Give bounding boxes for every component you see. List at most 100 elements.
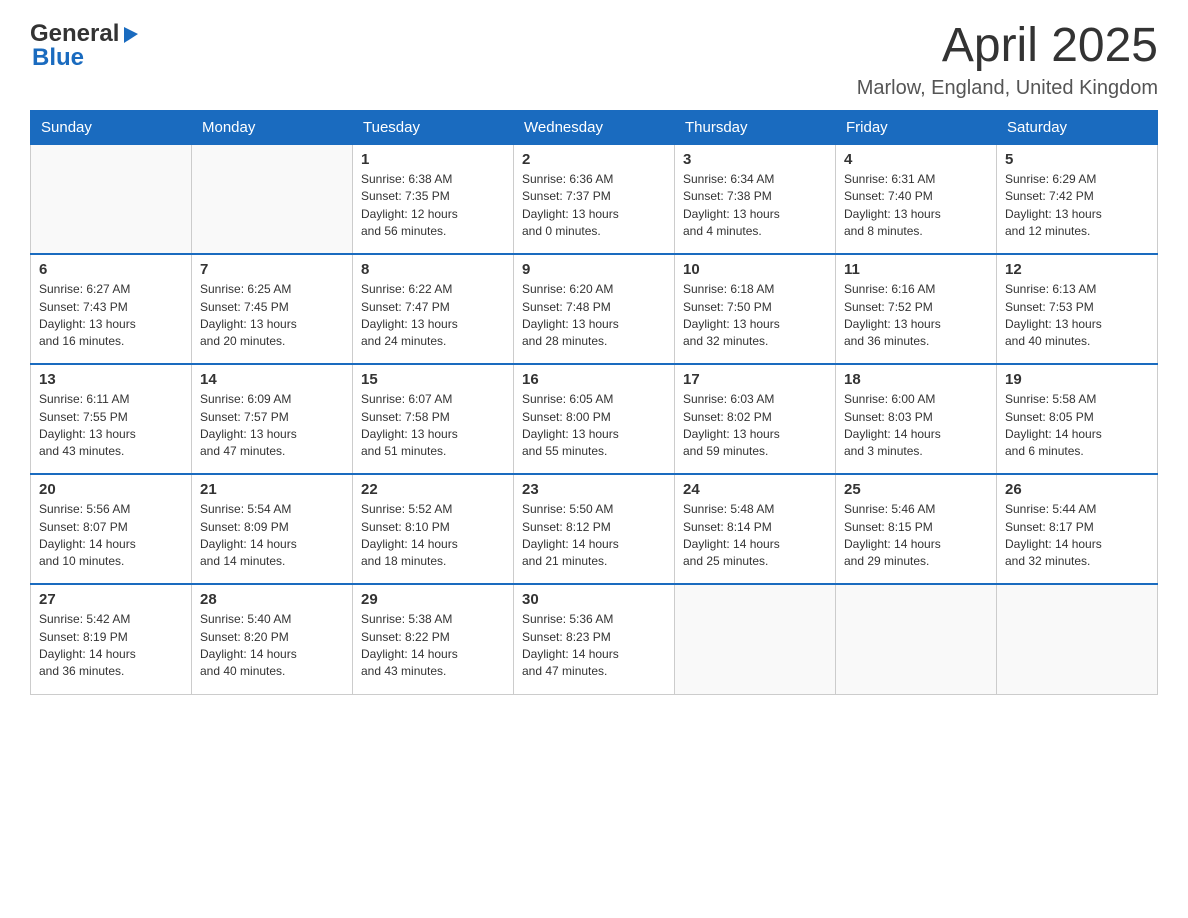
- day-info: Sunrise: 6:00 AM Sunset: 8:03 PM Dayligh…: [844, 391, 988, 461]
- day-number: 16: [522, 371, 666, 388]
- calendar-cell: [997, 584, 1158, 694]
- day-info: Sunrise: 5:50 AM Sunset: 8:12 PM Dayligh…: [522, 501, 666, 571]
- calendar-week-row: 27 Sunrise: 5:42 AM Sunset: 8:19 PM Dayli…: [31, 584, 1158, 694]
- month-title: April 2025: [857, 20, 1158, 73]
- calendar-header-friday: Friday: [836, 110, 997, 144]
- day-number: 27: [39, 591, 183, 608]
- day-number: 9: [522, 261, 666, 278]
- day-info: Sunrise: 6:05 AM Sunset: 8:00 PM Dayligh…: [522, 391, 666, 461]
- day-info: Sunrise: 6:13 AM Sunset: 7:53 PM Dayligh…: [1005, 281, 1149, 351]
- calendar-cell: 26 Sunrise: 5:44 AM Sunset: 8:17 PM Dayli…: [997, 474, 1158, 584]
- calendar-cell: 8 Sunrise: 6:22 AM Sunset: 7:47 PM Daylig…: [353, 254, 514, 364]
- day-info: Sunrise: 6:38 AM Sunset: 7:35 PM Dayligh…: [361, 171, 505, 241]
- day-info: Sunrise: 6:07 AM Sunset: 7:58 PM Dayligh…: [361, 391, 505, 461]
- calendar-cell: 3 Sunrise: 6:34 AM Sunset: 7:38 PM Daylig…: [675, 144, 836, 254]
- calendar-cell: 18Sunrise: 6:00 AM Sunset: 8:03 PM Dayli…: [836, 364, 997, 474]
- calendar-header-row: SundayMondayTuesdayWednesdayThursdayFrid…: [31, 110, 1158, 144]
- day-info: Sunrise: 5:38 AM Sunset: 8:22 PM Dayligh…: [361, 611, 505, 681]
- calendar-header-thursday: Thursday: [675, 110, 836, 144]
- calendar-cell: 1Sunrise: 6:38 AM Sunset: 7:35 PM Daylig…: [353, 144, 514, 254]
- day-number: 28: [200, 591, 344, 608]
- calendar-cell: 30 Sunrise: 5:36 AM Sunset: 8:23 PM Dayli…: [514, 584, 675, 694]
- day-number: 2: [522, 151, 666, 168]
- calendar-cell: 15 Sunrise: 6:07 AM Sunset: 7:58 PM Dayli…: [353, 364, 514, 474]
- calendar-table: SundayMondayTuesdayWednesdayThursdayFrid…: [30, 110, 1158, 695]
- calendar-cell: 5Sunrise: 6:29 AM Sunset: 7:42 PM Daylig…: [997, 144, 1158, 254]
- day-number: 13: [39, 371, 183, 388]
- day-info: Sunrise: 5:36 AM Sunset: 8:23 PM Dayligh…: [522, 611, 666, 681]
- calendar-cell: 10 Sunrise: 6:18 AM Sunset: 7:50 PM Dayli…: [675, 254, 836, 364]
- calendar-week-row: 13 Sunrise: 6:11 AM Sunset: 7:55 PM Dayli…: [31, 364, 1158, 474]
- location-text: Marlow, England, United Kingdom: [857, 77, 1158, 100]
- calendar-cell: 16 Sunrise: 6:05 AM Sunset: 8:00 PM Dayli…: [514, 364, 675, 474]
- day-number: 17: [683, 371, 827, 388]
- day-number: 29: [361, 591, 505, 608]
- calendar-header-sunday: Sunday: [31, 110, 192, 144]
- logo-triangle-icon: [120, 23, 142, 45]
- calendar-cell: [31, 144, 192, 254]
- calendar-cell: [836, 584, 997, 694]
- calendar-week-row: 20 Sunrise: 5:56 AM Sunset: 8:07 PM Dayli…: [31, 474, 1158, 584]
- day-number: 8: [361, 261, 505, 278]
- calendar-cell: 4Sunrise: 6:31 AM Sunset: 7:40 PM Daylig…: [836, 144, 997, 254]
- day-number: 4: [844, 151, 988, 168]
- calendar-cell: 12 Sunrise: 6:13 AM Sunset: 7:53 PM Dayli…: [997, 254, 1158, 364]
- day-number: 24: [683, 481, 827, 498]
- day-number: 12: [1005, 261, 1149, 278]
- day-number: 11: [844, 261, 988, 278]
- day-number: 21: [200, 481, 344, 498]
- calendar-cell: 2 Sunrise: 6:36 AM Sunset: 7:37 PM Daylig…: [514, 144, 675, 254]
- day-number: 6: [39, 261, 183, 278]
- day-number: 10: [683, 261, 827, 278]
- calendar-cell: [675, 584, 836, 694]
- day-info: Sunrise: 5:46 AM Sunset: 8:15 PM Dayligh…: [844, 501, 988, 571]
- calendar-cell: 25 Sunrise: 5:46 AM Sunset: 8:15 PM Dayli…: [836, 474, 997, 584]
- calendar-header-tuesday: Tuesday: [353, 110, 514, 144]
- calendar-header-saturday: Saturday: [997, 110, 1158, 144]
- calendar-week-row: 6 Sunrise: 6:27 AM Sunset: 7:43 PM Daylig…: [31, 254, 1158, 364]
- day-number: 26: [1005, 481, 1149, 498]
- day-info: Sunrise: 6:16 AM Sunset: 7:52 PM Dayligh…: [844, 281, 988, 351]
- day-info: Sunrise: 6:27 AM Sunset: 7:43 PM Dayligh…: [39, 281, 183, 351]
- calendar-cell: 29 Sunrise: 5:38 AM Sunset: 8:22 PM Dayli…: [353, 584, 514, 694]
- day-number: 25: [844, 481, 988, 498]
- day-info: Sunrise: 5:52 AM Sunset: 8:10 PM Dayligh…: [361, 501, 505, 571]
- calendar-cell: 14 Sunrise: 6:09 AM Sunset: 7:57 PM Dayli…: [192, 364, 353, 474]
- day-info: Sunrise: 6:11 AM Sunset: 7:55 PM Dayligh…: [39, 391, 183, 461]
- calendar-cell: 24Sunrise: 5:48 AM Sunset: 8:14 PM Dayli…: [675, 474, 836, 584]
- calendar-cell: 7Sunrise: 6:25 AM Sunset: 7:45 PM Daylig…: [192, 254, 353, 364]
- day-info: Sunrise: 6:22 AM Sunset: 7:47 PM Dayligh…: [361, 281, 505, 351]
- calendar-cell: [192, 144, 353, 254]
- day-info: Sunrise: 5:54 AM Sunset: 8:09 PM Dayligh…: [200, 501, 344, 571]
- day-info: Sunrise: 6:09 AM Sunset: 7:57 PM Dayligh…: [200, 391, 344, 461]
- day-number: 3: [683, 151, 827, 168]
- day-info: Sunrise: 5:40 AM Sunset: 8:20 PM Dayligh…: [200, 611, 344, 681]
- logo: General Blue: [30, 20, 142, 72]
- day-number: 23: [522, 481, 666, 498]
- calendar-week-row: 1Sunrise: 6:38 AM Sunset: 7:35 PM Daylig…: [31, 144, 1158, 254]
- calendar-cell: 17 Sunrise: 6:03 AM Sunset: 8:02 PM Dayli…: [675, 364, 836, 474]
- day-info: Sunrise: 6:03 AM Sunset: 8:02 PM Dayligh…: [683, 391, 827, 461]
- day-number: 19: [1005, 371, 1149, 388]
- calendar-cell: 19 Sunrise: 5:58 AM Sunset: 8:05 PM Dayli…: [997, 364, 1158, 474]
- day-info: Sunrise: 5:58 AM Sunset: 8:05 PM Dayligh…: [1005, 391, 1149, 461]
- day-info: Sunrise: 6:36 AM Sunset: 7:37 PM Dayligh…: [522, 171, 666, 241]
- day-number: 30: [522, 591, 666, 608]
- day-number: 20: [39, 481, 183, 498]
- calendar-cell: 20 Sunrise: 5:56 AM Sunset: 8:07 PM Dayli…: [31, 474, 192, 584]
- day-number: 15: [361, 371, 505, 388]
- calendar-cell: 23 Sunrise: 5:50 AM Sunset: 8:12 PM Dayli…: [514, 474, 675, 584]
- day-info: Sunrise: 6:18 AM Sunset: 7:50 PM Dayligh…: [683, 281, 827, 351]
- day-number: 5: [1005, 151, 1149, 168]
- calendar-cell: 6 Sunrise: 6:27 AM Sunset: 7:43 PM Daylig…: [31, 254, 192, 364]
- day-info: Sunrise: 5:56 AM Sunset: 8:07 PM Dayligh…: [39, 501, 183, 571]
- calendar-cell: 9Sunrise: 6:20 AM Sunset: 7:48 PM Daylig…: [514, 254, 675, 364]
- calendar-header-monday: Monday: [192, 110, 353, 144]
- day-number: 14: [200, 371, 344, 388]
- day-info: Sunrise: 5:44 AM Sunset: 8:17 PM Dayligh…: [1005, 501, 1149, 571]
- day-info: Sunrise: 6:34 AM Sunset: 7:38 PM Dayligh…: [683, 171, 827, 241]
- calendar-cell: 28 Sunrise: 5:40 AM Sunset: 8:20 PM Dayli…: [192, 584, 353, 694]
- calendar-cell: 13 Sunrise: 6:11 AM Sunset: 7:55 PM Dayli…: [31, 364, 192, 474]
- calendar-cell: 22Sunrise: 5:52 AM Sunset: 8:10 PM Dayli…: [353, 474, 514, 584]
- day-info: Sunrise: 5:42 AM Sunset: 8:19 PM Dayligh…: [39, 611, 183, 681]
